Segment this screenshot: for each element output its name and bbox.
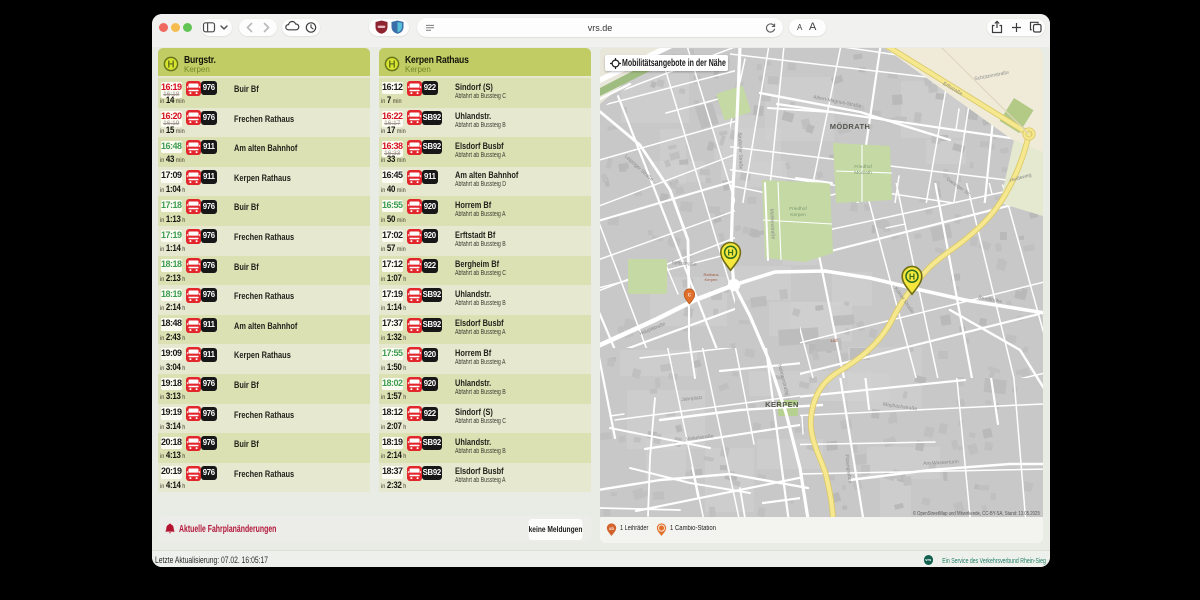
svg-text:KERPEN: KERPEN [765,400,799,409]
svg-text:H: H [388,59,395,70]
svg-text:Kerpen: Kerpen [790,212,806,218]
svg-text:Lidl: Lidl [830,338,837,343]
svg-text:Friedhof: Friedhof [789,206,807,212]
svg-text:MÖDRATH: MÖDRATH [830,122,871,131]
svg-text:H: H [909,271,915,281]
svg-text:Kerpen: Kerpen [705,277,718,282]
svg-text:ab: ab [609,526,615,531]
svg-text:H: H [167,59,174,70]
svg-text:H: H [727,247,733,257]
svg-text:Friedhof: Friedhof [854,164,872,170]
svg-text:Mödrath: Mödrath [854,170,872,176]
